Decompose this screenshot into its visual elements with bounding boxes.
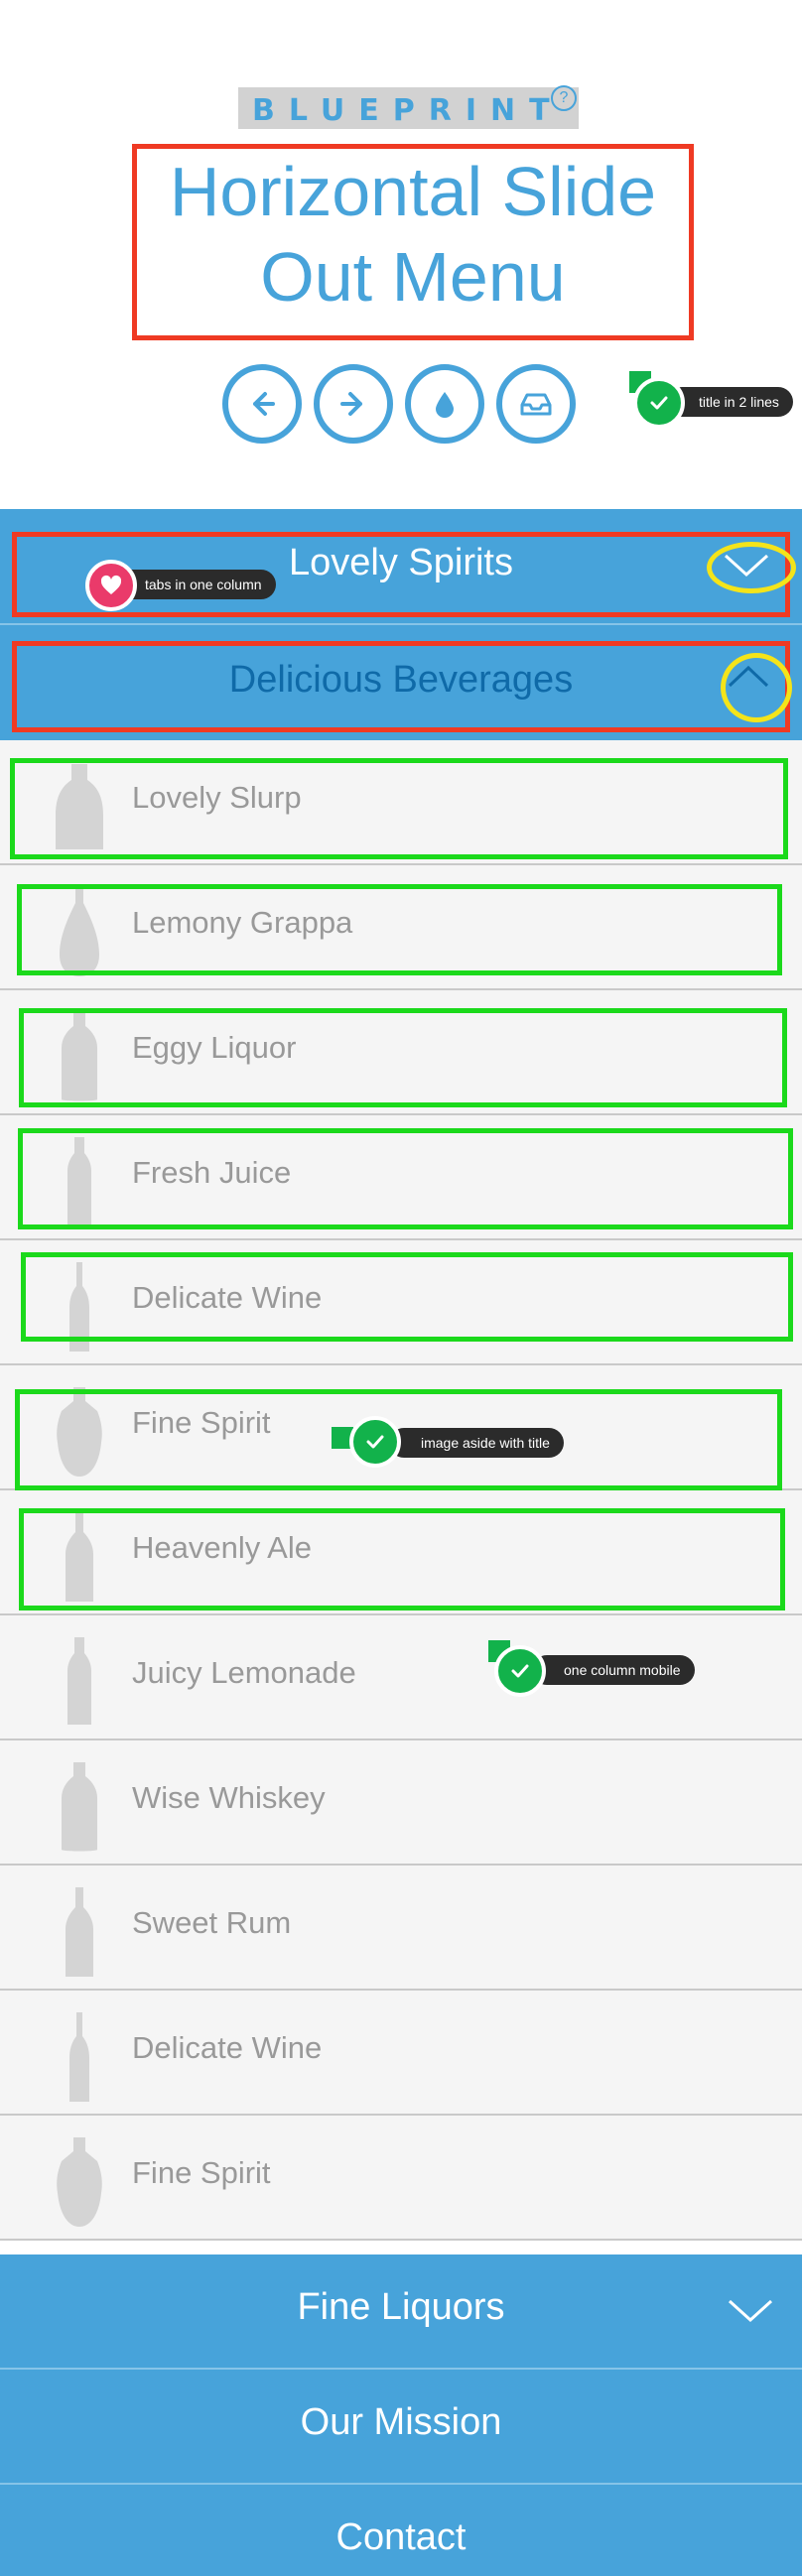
annotation-mobile-note: one column mobile	[532, 1655, 695, 1685]
tab-fine-liquors-label: Fine Liquors	[297, 2286, 505, 2328]
annotation-green-box	[21, 1252, 793, 1342]
annotation-heart-icon	[85, 560, 137, 611]
help-icon[interactable]: ?	[551, 85, 577, 111]
annotation-yellow-ring-2	[721, 653, 792, 722]
annotation-green-box	[19, 1508, 785, 1610]
drop-button[interactable]	[405, 364, 484, 444]
chevron-down-icon[interactable]	[727, 2298, 774, 2324]
tab-contact[interactable]: Contact	[0, 2485, 802, 2576]
brand-logo[interactable]: BLUEPRINT	[238, 87, 561, 129]
annotation-check-icon	[633, 377, 685, 429]
annotation-image-note: image aside with title	[389, 1428, 564, 1458]
whiskey-bottle-icon	[62, 1762, 97, 1852]
annotation-red-box-title	[132, 144, 694, 340]
annotation-green-box	[18, 1128, 793, 1229]
annotation-green-box	[10, 758, 788, 859]
inbox-button[interactable]	[496, 364, 576, 444]
list-item[interactable]: Sweet Rum	[0, 1866, 802, 1991]
annotation-red-box-tab-2	[12, 641, 790, 732]
list-item-label: Wise Whiskey	[132, 1780, 326, 1815]
lemonade-bottle-icon	[67, 1637, 91, 1725]
inbox-icon	[520, 393, 552, 416]
tab-our-mission-label: Our Mission	[300, 2401, 502, 2443]
annotation-green-box	[17, 884, 782, 975]
annotation-check-icon	[494, 1645, 546, 1697]
spirit-bottle-icon	[57, 2137, 102, 2227]
list-item-label: Juicy Lemonade	[132, 1655, 356, 1690]
drop-icon	[436, 392, 454, 418]
arrow-left-icon	[253, 392, 275, 416]
annotation-tabs-note: tabs in one column	[113, 570, 276, 599]
next-button[interactable]	[314, 364, 393, 444]
list-item[interactable]: Delicate Wine	[0, 1991, 802, 2116]
previous-button[interactable]	[222, 364, 302, 444]
wine-bottle-icon	[69, 2012, 89, 2102]
tab-contact-label: Contact	[335, 2516, 467, 2558]
list-item-label: Delicate Wine	[132, 2030, 323, 2065]
annotation-yellow-ring-1	[707, 542, 796, 593]
list-item[interactable]: Wise Whiskey	[0, 1740, 802, 1866]
brand-bar: BLUEPRINT	[238, 87, 579, 129]
tab-our-mission[interactable]: Our Mission	[0, 2370, 802, 2483]
list-item-label: Sweet Rum	[132, 1905, 292, 1940]
rum-bottle-icon	[66, 1887, 93, 1977]
list-item-label: Fine Spirit	[132, 2155, 271, 2190]
annotation-green-box	[19, 1008, 787, 1107]
arrow-right-icon	[340, 392, 362, 416]
list-item[interactable]: Fine Spirit	[0, 2116, 802, 2241]
annotation-check-icon	[349, 1416, 401, 1468]
tab-fine-liquors[interactable]: Fine Liquors	[0, 2254, 802, 2368]
annotation-title-note: title in 2 lines	[667, 387, 793, 417]
